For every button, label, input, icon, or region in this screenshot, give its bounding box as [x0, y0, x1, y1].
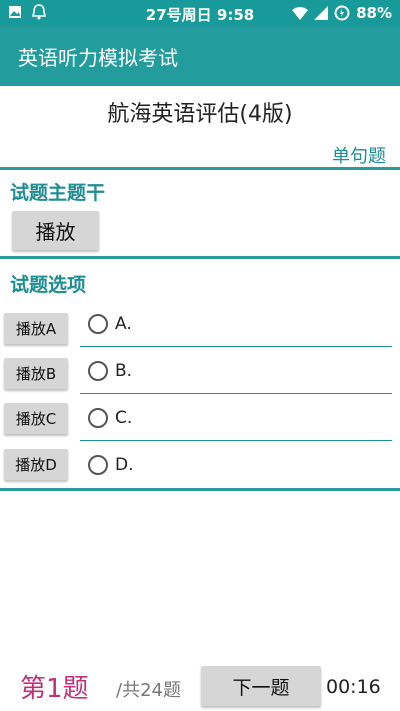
- option-d-radio[interactable]: [88, 455, 108, 475]
- option-d-label[interactable]: D.: [115, 455, 134, 475]
- app-bar: 英语听力模拟考试: [0, 26, 400, 86]
- divider-middle: [0, 256, 400, 259]
- play-stem-button[interactable]: 播放: [12, 211, 99, 250]
- play-option-c-button[interactable]: 播放C: [4, 403, 68, 434]
- stem-section-label: 试题主题干: [10, 182, 106, 204]
- option-c-label[interactable]: C.: [115, 408, 132, 428]
- exam-title: 航海英语评估(4版): [107, 102, 293, 127]
- options-section-label: 试题选项: [10, 274, 87, 296]
- total-questions: /共24题: [116, 680, 181, 701]
- option-b-underline: [80, 393, 392, 394]
- play-option-b-button[interactable]: 播放B: [4, 358, 68, 389]
- divider-bottom: [0, 488, 400, 491]
- question-type-label: 单句题: [332, 146, 386, 167]
- option-a-label[interactable]: A.: [115, 314, 132, 334]
- battery-saver-icon: [334, 5, 350, 21]
- divider-top: [0, 167, 400, 170]
- next-question-button[interactable]: 下一题: [201, 666, 321, 706]
- option-a-underline: [80, 346, 392, 347]
- option-c-underline: [80, 440, 392, 441]
- timer: 00:16: [326, 676, 381, 698]
- option-c-radio[interactable]: [88, 408, 108, 428]
- status-bar: 27号周日 9:58 88%: [0, 0, 400, 26]
- signal-icon: [314, 6, 329, 20]
- status-right-icons: 88%: [292, 4, 392, 22]
- current-question-number: 第1题: [20, 674, 89, 704]
- play-option-d-button[interactable]: 播放D: [4, 449, 68, 480]
- play-option-a-button[interactable]: 播放A: [4, 313, 68, 344]
- option-b-label[interactable]: B.: [115, 361, 132, 381]
- option-b-radio[interactable]: [88, 361, 108, 381]
- battery-percent: 88%: [356, 4, 392, 22]
- option-a-radio[interactable]: [88, 314, 108, 334]
- wifi-icon: [292, 7, 309, 20]
- app-title: 英语听力模拟考试: [18, 46, 178, 70]
